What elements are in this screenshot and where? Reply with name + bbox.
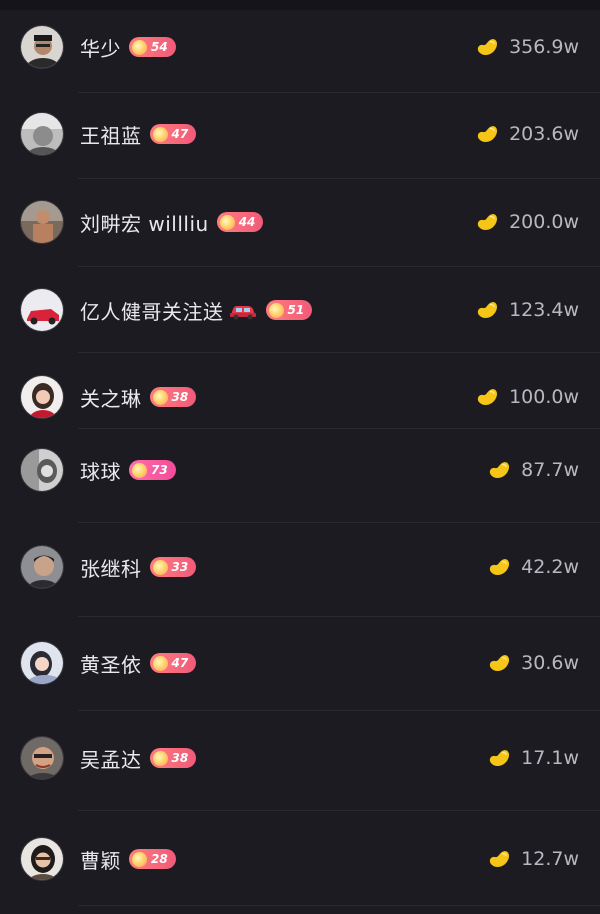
list-item[interactable]: 华少 54 356.9w <box>0 17 600 77</box>
bean-icon <box>490 750 510 767</box>
level-dot-icon <box>152 559 168 575</box>
list-item[interactable]: 王祖蓝 47 203.6w <box>0 104 600 164</box>
avatar[interactable] <box>20 448 64 492</box>
divider <box>78 352 600 353</box>
divider <box>78 428 600 429</box>
viewer-name: 球球 <box>80 459 121 484</box>
list-item[interactable]: 亿人健哥关注送 51 123.4w <box>0 280 600 340</box>
level-dot-icon <box>132 851 147 867</box>
divider <box>78 710 600 711</box>
divider <box>78 905 600 906</box>
avatar[interactable] <box>20 200 64 244</box>
level-dot-icon <box>152 750 168 766</box>
divider <box>78 810 600 811</box>
divider <box>78 92 600 93</box>
coin-amount: 200.0w <box>509 211 579 233</box>
level-number: 38 <box>171 390 189 404</box>
bean-icon <box>477 214 498 231</box>
viewer-name: 关之琳 <box>80 386 142 411</box>
level-dot-icon <box>152 126 168 142</box>
level-number: 73 <box>151 463 168 477</box>
viewer-ranking-list: 华少 54 356.9w 王祖蓝 47 203.6w 刘畊宏 willliu 4… <box>0 0 600 914</box>
list-item[interactable]: 吴孟达 38 17.1w <box>0 728 600 788</box>
viewer-name: 刘畊宏 willliu <box>80 211 209 236</box>
bean-icon <box>477 126 498 143</box>
level-badge: 38 <box>149 748 197 768</box>
level-number: 47 <box>171 127 189 141</box>
coin-amount: 123.4w <box>509 299 579 321</box>
level-dot-icon <box>152 389 168 405</box>
viewer-name: 曹颖 <box>80 848 121 873</box>
viewer-name: 黄圣依 <box>80 652 142 677</box>
coin-amount: 12.7w <box>521 848 579 870</box>
list-item[interactable]: 黄圣依 47 30.6w <box>0 633 600 693</box>
car-icon <box>229 306 256 320</box>
level-badge: 33 <box>149 557 197 577</box>
avatar[interactable] <box>20 112 64 156</box>
coin-amount: 356.9w <box>509 36 579 58</box>
viewer-name: 亿人健哥关注送 <box>80 299 224 324</box>
level-badge: 44 <box>216 212 264 232</box>
coin-amount: 42.2w <box>521 556 579 578</box>
level-badge: 38 <box>149 387 197 407</box>
bean-icon <box>490 851 510 868</box>
coin-amount: 30.6w <box>521 652 579 674</box>
bean-icon <box>477 302 498 319</box>
avatar[interactable] <box>20 375 64 419</box>
level-number: 33 <box>171 560 189 574</box>
level-badge: 47 <box>149 124 197 144</box>
level-number: 54 <box>151 40 168 54</box>
level-badge: 73 <box>129 460 176 480</box>
list-item[interactable]: 张继科 33 42.2w <box>0 537 600 597</box>
viewer-name: 张继科 <box>80 556 142 581</box>
avatar[interactable] <box>20 25 64 69</box>
level-dot-icon <box>152 655 168 671</box>
level-number: 38 <box>171 751 189 765</box>
coin-amount: 17.1w <box>521 747 579 769</box>
level-number: 28 <box>151 852 168 866</box>
list-item[interactable]: 关之琳 38 100.0w <box>0 367 600 427</box>
avatar[interactable] <box>20 736 64 780</box>
level-number: 44 <box>238 215 256 229</box>
coin-amount: 203.6w <box>509 123 579 145</box>
coin-amount: 100.0w <box>509 386 579 408</box>
level-badge: 28 <box>129 849 176 869</box>
level-dot-icon <box>219 214 235 230</box>
avatar[interactable] <box>20 288 64 332</box>
list-item[interactable]: 球球 73 87.7w <box>0 440 600 500</box>
coin-amount: 87.7w <box>521 459 579 481</box>
bean-icon <box>490 655 510 672</box>
bean-icon <box>490 559 510 576</box>
level-number: 47 <box>171 656 189 670</box>
divider <box>78 616 600 617</box>
level-badge: 51 <box>265 300 313 320</box>
list-item[interactable]: 刘畊宏 willliu 44 200.0w <box>0 192 600 252</box>
bean-icon <box>477 389 498 406</box>
bean-icon <box>490 462 510 479</box>
level-number: 51 <box>287 303 305 317</box>
divider <box>78 266 600 267</box>
viewer-name: 华少 <box>80 36 121 61</box>
avatar[interactable] <box>20 641 64 685</box>
level-badge: 54 <box>129 37 176 57</box>
list-item[interactable]: 曹颖 28 12.7w <box>0 829 600 889</box>
level-dot-icon <box>268 302 284 318</box>
divider <box>78 522 600 523</box>
bean-icon <box>477 39 498 56</box>
avatar[interactable] <box>20 545 64 589</box>
level-dot-icon <box>132 39 147 55</box>
level-dot-icon <box>132 462 147 478</box>
avatar[interactable] <box>20 837 64 881</box>
viewer-name: 王祖蓝 <box>80 123 142 148</box>
viewer-name: 吴孟达 <box>80 747 142 772</box>
level-badge: 47 <box>149 653 197 673</box>
divider <box>78 178 600 179</box>
